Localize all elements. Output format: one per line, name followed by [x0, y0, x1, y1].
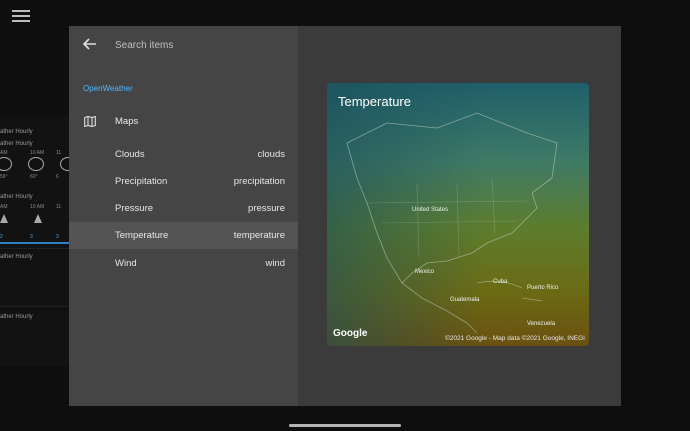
partly-cloudy-icon — [28, 157, 44, 171]
item-clouds[interactable]: Clouds clouds — [69, 141, 298, 168]
item-label: Precipitation — [115, 176, 168, 187]
wind-direction-icon — [34, 214, 42, 223]
map-label-puerto-rico: Puerto Rico — [527, 285, 559, 291]
weather-card-title: ather Hourly — [0, 129, 33, 135]
item-value: clouds — [257, 149, 285, 160]
map-label-guatemala: Guatemala — [450, 297, 480, 303]
map-image — [327, 83, 589, 346]
weather-card: ather Hourly AM 10 AM 11 233 — [0, 192, 69, 249]
integration-label: OpenWeather — [83, 84, 133, 93]
item-precipitation[interactable]: Precipitation precipitation — [69, 168, 298, 195]
item-list-pane: OpenWeather Maps Clouds clouds Precipita… — [69, 26, 298, 406]
wind-bar — [0, 242, 69, 244]
menu-icon[interactable] — [12, 10, 30, 24]
item-wind[interactable]: Wind wind — [69, 250, 298, 277]
google-logo: Google — [333, 328, 368, 339]
item-value: wind — [265, 258, 285, 269]
item-value: pressure — [248, 203, 285, 214]
temperature-map[interactable]: Temperature United States Mexico Cuba Pu… — [327, 83, 589, 346]
gesture-home-bar[interactable] — [289, 424, 401, 427]
map-label-cuba: Cuba — [493, 279, 508, 285]
item-label: Clouds — [115, 149, 145, 160]
map-title: Temperature — [338, 94, 411, 109]
item-value: precipitation — [233, 176, 285, 187]
weather-card: ather Hourly — [0, 310, 69, 366]
search-dialog: OpenWeather Maps Clouds clouds Precipita… — [69, 26, 621, 406]
weather-card: ather Hourly — [0, 250, 69, 307]
item-temperature[interactable]: Temperature temperature — [69, 222, 298, 249]
wind-direction-icon — [0, 214, 8, 223]
item-value: temperature — [233, 230, 285, 241]
item-label: Pressure — [115, 203, 154, 214]
item-label: Wind — [115, 258, 137, 269]
group-label: Maps — [115, 116, 139, 127]
item-pressure[interactable]: Pressure pressure — [69, 195, 298, 222]
arrow-left-icon[interactable] — [83, 37, 97, 51]
map-label-united-states: United States — [412, 207, 449, 213]
preview-pane: Temperature United States Mexico Cuba Pu… — [298, 26, 621, 406]
search-input[interactable] — [113, 35, 287, 55]
map-icon — [84, 116, 96, 127]
search-bar — [69, 26, 298, 62]
group-maps[interactable]: Maps — [69, 110, 298, 134]
partly-cloudy-icon — [0, 157, 12, 171]
map-label-mexico: Mexico — [415, 269, 435, 275]
map-attribution: ©2021 Google - Map data ©2021 Google, IN… — [444, 335, 585, 342]
item-label: Temperature — [115, 230, 169, 241]
map-label-venezuela: Venezuela — [527, 321, 556, 327]
